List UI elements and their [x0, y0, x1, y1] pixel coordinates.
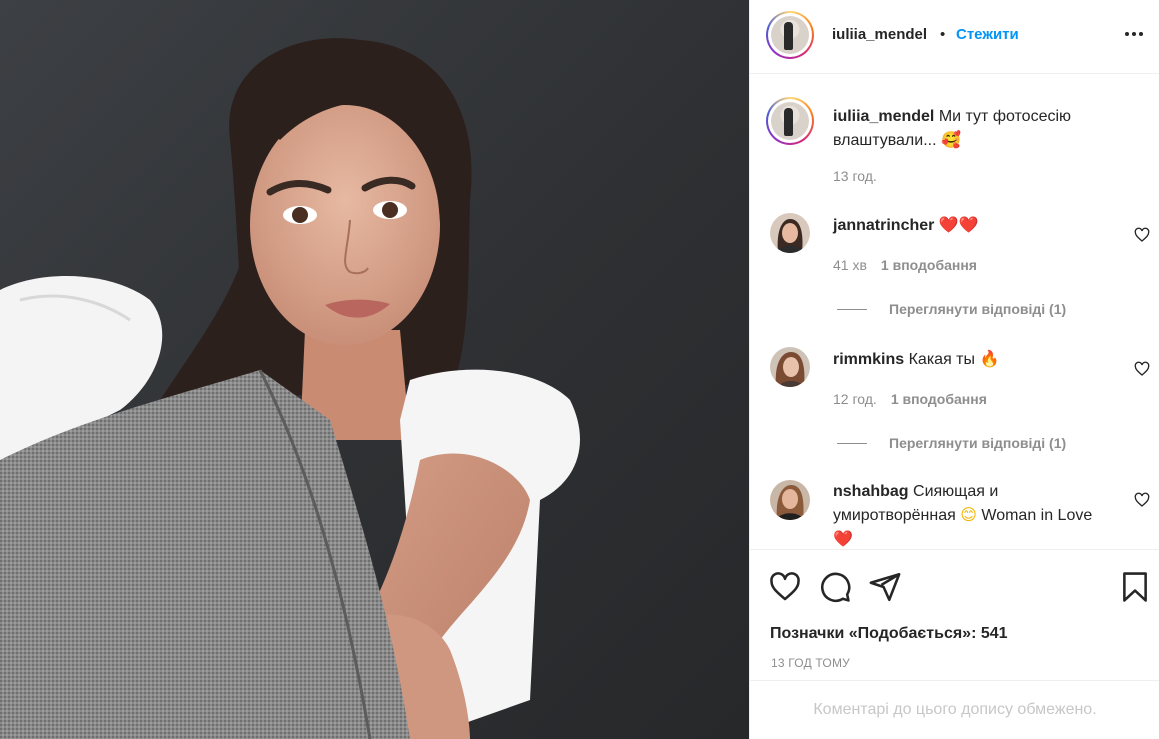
comment-likes[interactable]: 1 вподобання: [891, 391, 987, 407]
replies-label: Переглянути відповіді (1): [889, 435, 1067, 451]
comment-icon[interactable]: [818, 570, 852, 604]
comment-body: Какая ты: [908, 351, 975, 368]
comment-body-2: Woman in Love: [981, 507, 1093, 524]
comment-time[interactable]: 12 год.: [833, 391, 877, 407]
comment-meta: 12 год. 1 вподобання: [833, 391, 987, 407]
send-icon[interactable]: [868, 570, 902, 604]
post-header: iuliia_mendel • Стежити: [750, 0, 1159, 74]
likes-count[interactable]: Позначки «Подобається»: 541: [770, 625, 1008, 643]
comment-time[interactable]: 41 хв: [833, 257, 867, 273]
comments-limited-notice: Коментарі до цього допису обмежено.: [750, 680, 1159, 739]
comment-emoji-2: ❤️: [833, 529, 853, 548]
heart-icon[interactable]: [768, 570, 802, 604]
caption-emoji: 🥰: [941, 130, 961, 149]
caption-username[interactable]: iuliia_mendel: [833, 108, 934, 125]
replies-label: Переглянути відповіді (1): [889, 301, 1067, 317]
post-actions: Позначки «Подобається»: 541 13 ГОД ТОМУ: [750, 549, 1159, 679]
comment-emoji: ❤️❤️: [938, 215, 979, 234]
header-separator: •: [940, 26, 946, 43]
comment-meta: 41 хв 1 вподобання: [833, 257, 977, 273]
caption-time[interactable]: 13 год.: [833, 168, 877, 184]
view-replies-button[interactable]: Переглянути відповіді (1): [837, 301, 1066, 317]
follow-button[interactable]: Стежити: [956, 26, 1019, 43]
replies-divider: [837, 308, 867, 310]
comment-emoji: 🔥: [979, 349, 1000, 368]
comments-list[interactable]: iuliia_mendel Ми тут фотосесію влаштувал…: [750, 75, 1159, 549]
comment-like-icon[interactable]: [1134, 361, 1150, 377]
author-avatar[interactable]: [766, 11, 814, 59]
comment-text: rimmkins Какая ты 🔥: [833, 347, 1103, 371]
bookmark-icon[interactable]: [1118, 570, 1152, 604]
comment-emoji: 😊: [960, 505, 977, 524]
comment-likes[interactable]: 1 вподобання: [881, 257, 977, 273]
author-username[interactable]: iuliia_mendel: [832, 26, 927, 43]
comment-text: jannatrincher ❤️❤️: [833, 213, 1103, 237]
more-horizontal-icon[interactable]: [1122, 22, 1146, 46]
commenter-avatar[interactable]: [770, 213, 810, 253]
comment-text: nshahbag Сияющая и умиротворённая 😊 Woma…: [833, 480, 1103, 549]
replies-divider: [837, 442, 867, 444]
commenter-avatar[interactable]: [770, 480, 810, 520]
caption-text: iuliia_mendel Ми тут фотосесію влаштувал…: [833, 105, 1123, 152]
comment-username[interactable]: nshahbag: [833, 483, 909, 500]
post-photo[interactable]: [0, 0, 749, 739]
view-replies-button[interactable]: Переглянути відповіді (1): [837, 435, 1066, 451]
caption-avatar[interactable]: [766, 97, 814, 145]
comment-like-icon[interactable]: [1134, 227, 1150, 243]
post-sidebar: iuliia_mendel • Стежити iuliia_mendel Ми…: [749, 0, 1159, 739]
comment-username[interactable]: rimmkins: [833, 351, 904, 368]
photo-illustration: [0, 38, 580, 739]
commenter-avatar[interactable]: [770, 347, 810, 387]
comment-username[interactable]: jannatrincher: [833, 217, 934, 234]
post-timestamp[interactable]: 13 ГОД ТОМУ: [771, 656, 850, 670]
comment-like-icon[interactable]: [1134, 492, 1150, 508]
